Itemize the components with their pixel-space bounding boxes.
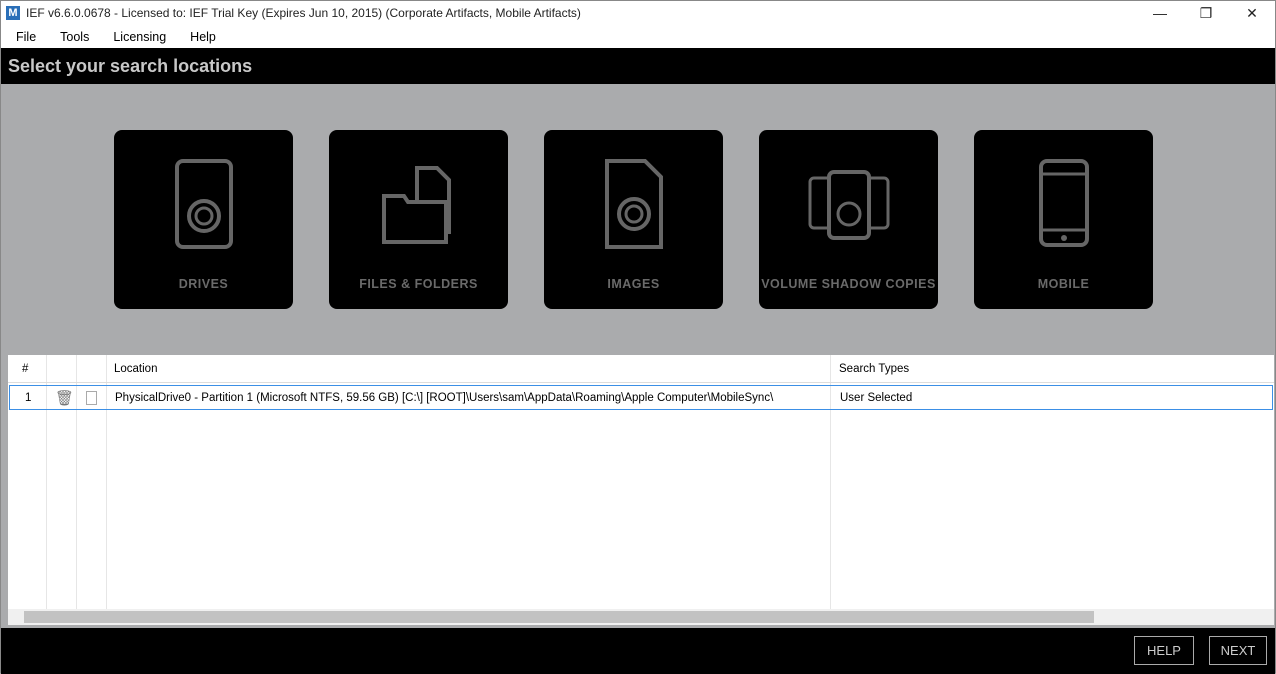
tile-label: VOLUME SHADOW COPIES <box>761 277 936 291</box>
close-button[interactable]: ✕ <box>1229 5 1275 22</box>
minimize-button[interactable]: — <box>1137 5 1183 22</box>
tile-label: IMAGES <box>607 277 660 291</box>
tile-label: DRIVES <box>178 277 229 291</box>
row-number: 1 <box>25 391 32 404</box>
table-row[interactable]: 1 🗑 PhysicalDrive0 - Partition 1 (Micros… <box>9 385 1273 410</box>
row-location: PhysicalDrive0 - Partition 1 (Microsoft … <box>115 391 774 404</box>
tile-volume-shadow-copies[interactable]: VOLUME SHADOW COPIES <box>759 130 938 309</box>
menu-licensing[interactable]: Licensing <box>98 30 175 44</box>
tile-mobile[interactable]: MOBILE <box>974 130 1153 309</box>
drive-icon <box>174 159 233 249</box>
shadow-copies-icon <box>808 170 889 240</box>
table-header: # Location Search Types <box>8 355 1274 383</box>
menu-help[interactable]: Help <box>175 30 225 44</box>
scrollbar-thumb[interactable] <box>24 611 1094 623</box>
document-icon <box>86 386 97 409</box>
tile-drives[interactable]: DRIVES <box>114 130 293 309</box>
column-search-types[interactable]: Search Types <box>839 355 909 382</box>
tile-label: MOBILE <box>1037 277 1090 291</box>
next-button[interactable]: NEXT <box>1209 636 1267 665</box>
tile-images[interactable]: IMAGES <box>544 130 723 309</box>
column-location[interactable]: Location <box>114 355 157 382</box>
menu-tools[interactable]: Tools <box>45 30 98 44</box>
menu-bar: File Tools Licensing Help <box>1 25 1275 48</box>
menu-file[interactable]: File <box>1 30 45 44</box>
tile-label: FILES & FOLDERS <box>359 277 478 291</box>
image-file-icon <box>604 159 663 249</box>
page-title: Select your search locations <box>1 48 1275 84</box>
footer: HELP NEXT <box>1 628 1275 674</box>
row-search-types: User Selected <box>840 391 913 404</box>
window-title: IEF v6.6.0.0678 - Licensed to: IEF Trial… <box>26 6 581 20</box>
column-number[interactable]: # <box>22 355 28 382</box>
help-button[interactable]: HELP <box>1134 636 1194 665</box>
trash-icon[interactable]: 🗑 <box>55 386 74 409</box>
app-logo-icon: M <box>6 6 20 20</box>
tile-files-folders[interactable]: FILES & FOLDERS <box>329 130 508 309</box>
locations-table: # Location Search Types 1 🗑 PhysicalDriv… <box>8 355 1274 625</box>
maximize-button[interactable]: ❐ <box>1183 5 1229 22</box>
folder-icon <box>381 166 451 244</box>
horizontal-scrollbar[interactable] <box>8 609 1274 625</box>
title-bar: M IEF v6.6.0.0678 - Licensed to: IEF Tri… <box>1 1 1275 25</box>
mobile-phone-icon <box>1038 159 1089 247</box>
